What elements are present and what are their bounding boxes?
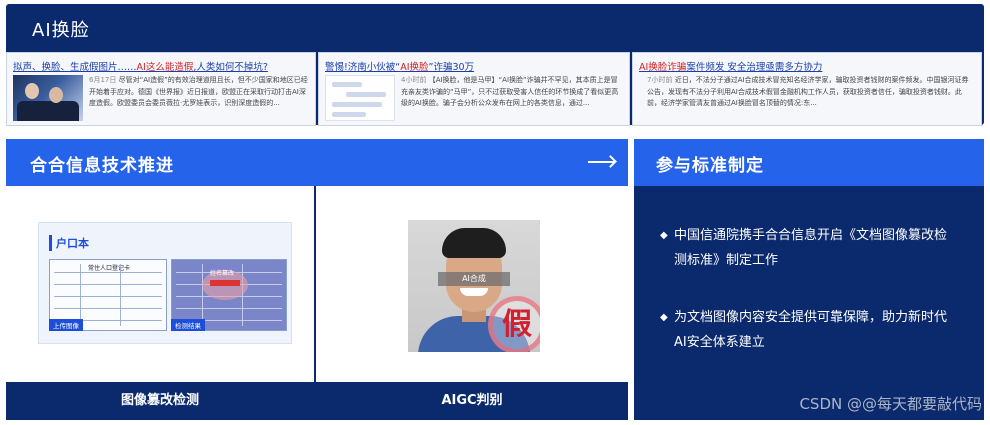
standard-bullet-2-text: 为文档图像内容安全提供可靠保障，助力新时代AI安全体系建立 xyxy=(674,310,948,350)
standard-bullet-1: ◆ 中国信通院携手合合信息开启《文档图像篡改检测标准》制定工作 xyxy=(660,223,956,273)
aigc-face-image: AI合成 假 xyxy=(408,220,540,352)
section-header-tech: 合合信息技术推进 xyxy=(6,139,628,186)
news-text-3: 近日，不法分子通过AI合成技术冒充知名经济学家，骗取投资者钱财的案件频发。中国银… xyxy=(647,76,969,107)
news-time-3: 7小时前 xyxy=(647,76,673,84)
standard-bullet-1-text: 中国信通院携手合合信息开启《文档图像篡改检测标准》制定工作 xyxy=(674,228,948,268)
ai-eye-overlay: AI合成 xyxy=(438,272,510,286)
news-headline-1-pre: 拟声、换脸、生成假图片…… xyxy=(13,62,137,73)
news-headline-3[interactable]: AI换脸诈骗案件频发 安全治理亟需多方协力 xyxy=(639,59,977,73)
fake-stamp-icon: 假 xyxy=(488,296,540,352)
diamond-icon: ◆ xyxy=(660,230,668,241)
tamper-highlight: 姓名篡改 xyxy=(202,270,248,300)
news-headline-2-pre: 警惕!济南小伙被“ xyxy=(325,62,401,73)
banner-title: AI换脸 xyxy=(32,20,90,41)
news-card-1[interactable]: 拟声、换脸、生成假图片……AI这么能造假,人类如何不掉坑? 6月17日 尽管对“… xyxy=(6,52,316,126)
caption-aigc[interactable]: AIGC判别 xyxy=(316,382,628,420)
original-document: 常住人口登记卡 上传图像 xyxy=(49,259,167,331)
tamper-detection-image: 户口本 常住人口登记卡 上传图像 姓名篡改 检测结果 xyxy=(38,222,292,344)
news-headline-2-highlight: AI换脸 xyxy=(400,62,429,73)
aigc-demo: AI合成 假 xyxy=(316,186,628,382)
tamper-label: 姓名篡改 xyxy=(210,270,235,277)
news-text-1: 尽管对“AI造假”的有效治理道阻且长，但不少国家和地区已经开始着手应对。德国《世… xyxy=(89,76,308,107)
caption-tamper-detection[interactable]: 图像篡改检测 xyxy=(6,382,314,420)
news-headline-1-post: ,人类如何不掉坑? xyxy=(193,62,268,73)
news-headline-3-post: 案件频发 安全治理亟需多方协力 xyxy=(686,62,823,73)
news-headline-1[interactable]: 拟声、换脸、生成假图片……AI这么能造假,人类如何不掉坑? xyxy=(13,59,311,73)
news-card-2[interactable]: 警惕!济南小伙被“AI换脸”诈骗30万 4小时前 【AI换脸，他是马甲】“AI换… xyxy=(318,52,630,126)
demo-panel: 户口本 常住人口登记卡 上传图像 姓名篡改 检测结果 图像篡改检测 AI合成 假… xyxy=(6,186,628,420)
news-headline-2[interactable]: 警惕!济南小伙被“AI换脸”诈骗30万 xyxy=(325,59,625,73)
news-body-1: 6月17日 尽管对“AI造假”的有效治理道阻且长，但不少国家和地区已经开始着手应… xyxy=(89,75,309,110)
form-title-original: 常住人口登记卡 xyxy=(88,265,131,272)
news-body-3: 7小时前 近日，不法分子通过AI合成技术冒充知名经济学家，骗取投资者钱财的案件频… xyxy=(647,75,975,110)
standards-panel: 参与标准制定 ◆ 中国信通院携手合合信息开启《文档图像篡改检测标准》制定工作 ◆… xyxy=(634,139,984,420)
section-title-tech: 合合信息技术推进 xyxy=(30,156,174,176)
upload-tag: 上传图像 xyxy=(49,319,83,331)
news-body-2: 4小时前 【AI换脸，他是马甲】“AI换脸”诈骗并不罕见，其本质上是冒充亲友类诈… xyxy=(401,75,623,110)
result-tag: 检测结果 xyxy=(171,319,205,331)
news-time-1: 6月17日 xyxy=(89,76,117,84)
top-banner: AI换脸 拟声、换脸、生成假图片……AI这么能造假,人类如何不掉坑? 6月17日… xyxy=(6,4,984,126)
news-text-2: 【AI换脸，他是马甲】“AI换脸”诈骗并不罕见，其本质上是冒充亲友类诈骗的“马甲… xyxy=(401,76,619,107)
news-headline-2-post: ”诈骗30万 xyxy=(428,62,475,73)
news-thumbnail-1 xyxy=(13,75,83,121)
news-headline-1-highlight: AI这么能造假 xyxy=(136,62,194,73)
arrow-right-icon[interactable] xyxy=(588,161,614,163)
news-card-3[interactable]: AI换脸诈骗案件频发 安全治理亟需多方协力 7小时前 近日，不法分子通过AI合成… xyxy=(632,52,982,126)
news-headline-3-highlight: AI换脸诈骗 xyxy=(639,62,687,73)
section-header-standards: 参与标准制定 xyxy=(634,139,984,186)
csdn-watermark: CSDN @@每天都要敲代码 xyxy=(799,395,982,413)
result-document: 姓名篡改 检测结果 xyxy=(171,259,287,331)
news-thumbnail-2 xyxy=(325,75,395,121)
doc-title: 户口本 xyxy=(49,235,89,251)
news-time-2: 4小时前 xyxy=(401,76,427,84)
standard-bullet-2: ◆ 为文档图像内容安全提供可靠保障，助力新时代AI安全体系建立 xyxy=(660,305,956,355)
section-title-standards: 参与标准制定 xyxy=(656,156,764,176)
diamond-icon: ◆ xyxy=(660,312,668,323)
